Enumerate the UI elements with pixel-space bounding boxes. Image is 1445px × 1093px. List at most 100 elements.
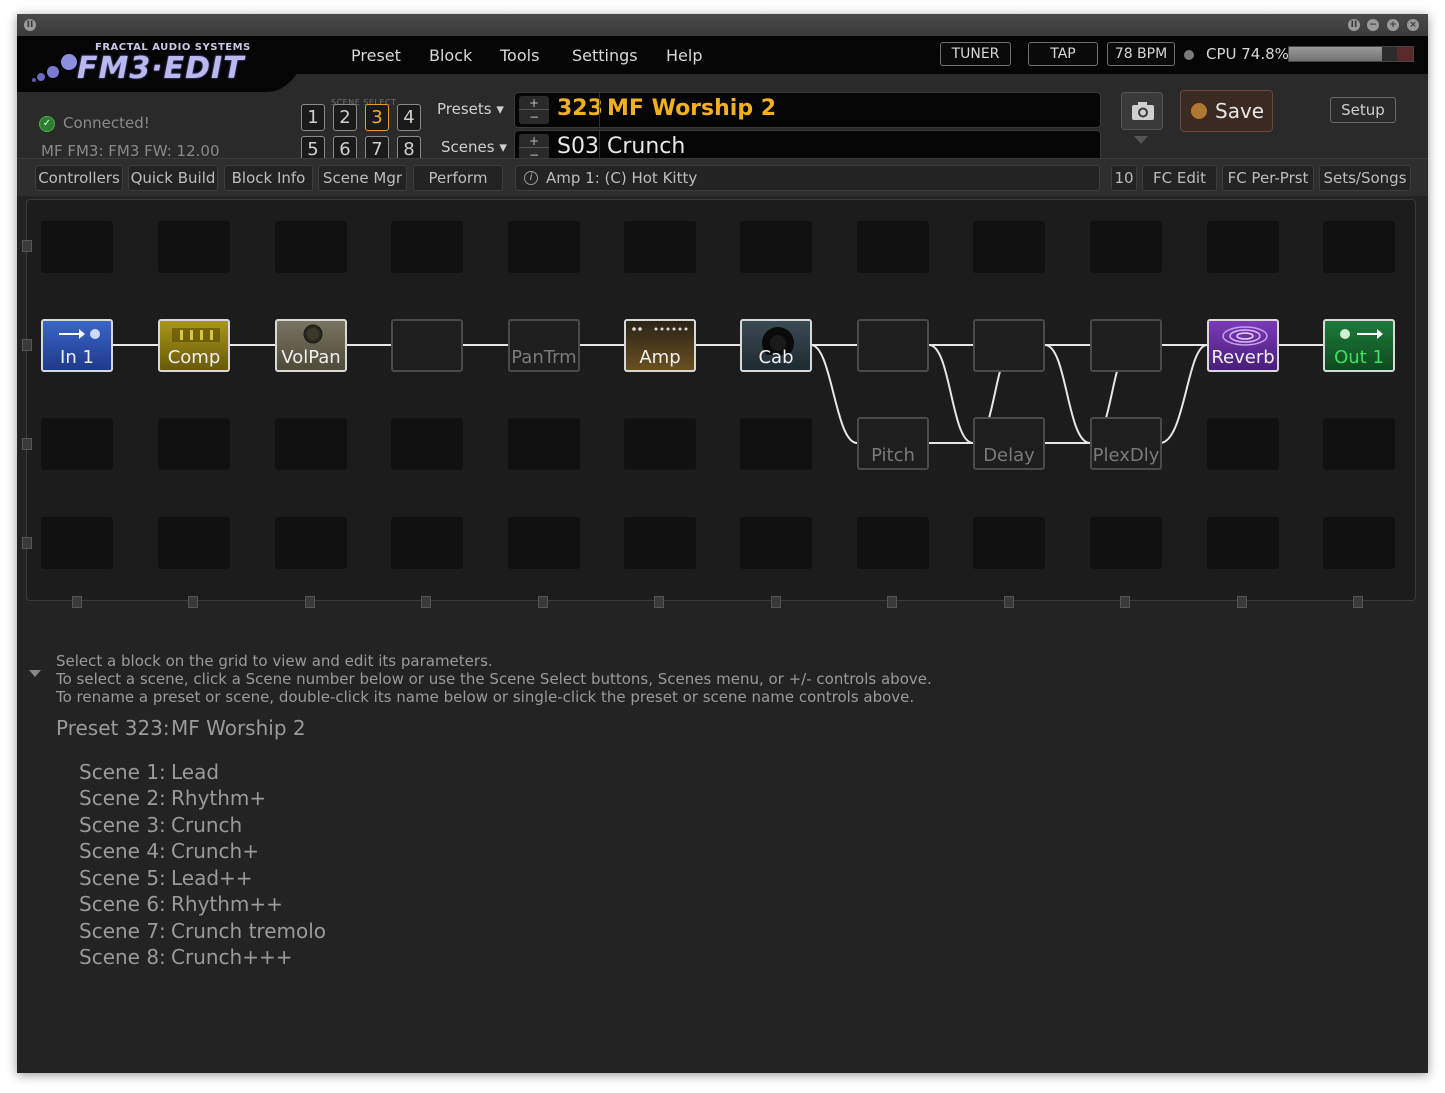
grid-cell[interactable] bbox=[275, 517, 347, 569]
column-handle[interactable] bbox=[1237, 596, 1247, 608]
scene-name[interactable]: Crunch bbox=[607, 134, 685, 159]
column-handle[interactable] bbox=[887, 596, 897, 608]
preset-plus-minus[interactable]: + − bbox=[519, 96, 549, 124]
grid-cell[interactable] bbox=[391, 517, 463, 569]
block-pitch[interactable]: Pitch bbox=[857, 417, 929, 470]
grid-cell[interactable] bbox=[508, 517, 580, 569]
column-handle[interactable] bbox=[654, 596, 664, 608]
grid-cell[interactable] bbox=[740, 517, 812, 569]
grid-cell[interactable] bbox=[508, 221, 580, 273]
scene-list-name[interactable]: Lead++ bbox=[171, 866, 253, 890]
block-shunt[interactable] bbox=[391, 319, 463, 372]
scene-select-button-1[interactable]: 1 bbox=[301, 104, 325, 131]
grid-cell[interactable] bbox=[158, 517, 230, 569]
perform-button[interactable]: Perform bbox=[413, 165, 503, 191]
scene-list-name[interactable]: Crunch+++ bbox=[171, 945, 292, 969]
block-plexdly[interactable]: PlexDly bbox=[1090, 417, 1162, 470]
scene-mgr-button[interactable]: Scene Mgr bbox=[318, 165, 407, 191]
menu-block[interactable]: Block bbox=[429, 46, 472, 65]
grid-cell[interactable] bbox=[391, 418, 463, 470]
menu-help[interactable]: Help bbox=[666, 46, 702, 65]
scene-select-button-3[interactable]: 3 bbox=[365, 104, 389, 131]
row-handle[interactable] bbox=[22, 339, 32, 351]
menu-preset[interactable]: Preset bbox=[351, 46, 401, 65]
block-amp[interactable]: Amp bbox=[624, 319, 696, 372]
scene-list-label[interactable]: Scene 5: bbox=[79, 866, 166, 890]
quick-build-button[interactable]: Quick Build bbox=[128, 165, 218, 191]
block-delay[interactable]: Delay bbox=[973, 417, 1045, 470]
grid-cell[interactable] bbox=[1090, 221, 1162, 273]
tap-button[interactable]: TAP bbox=[1028, 42, 1098, 66]
grid-cell[interactable] bbox=[1207, 221, 1279, 273]
routing-grid[interactable]: In 1 Comp VolPan PanTrm Amp Cab Pitch De… bbox=[22, 199, 1416, 608]
block-reverb[interactable]: Reverb bbox=[1207, 319, 1279, 372]
grid-cell[interactable] bbox=[41, 418, 113, 470]
preset-increment-button[interactable]: + bbox=[519, 96, 549, 110]
grid-cell[interactable] bbox=[41, 517, 113, 569]
column-handle[interactable] bbox=[72, 596, 82, 608]
column-handle[interactable] bbox=[188, 596, 198, 608]
preset-name[interactable]: MF Worship 2 bbox=[607, 96, 776, 121]
preset-decrement-button[interactable]: − bbox=[519, 110, 549, 124]
sets-songs-button[interactable]: Sets/Songs bbox=[1319, 165, 1411, 191]
menu-settings[interactable]: Settings bbox=[572, 46, 638, 65]
scene-list-label[interactable]: Scene 1: bbox=[79, 760, 166, 784]
fc-per-prst-button[interactable]: FC Per-Prst bbox=[1222, 165, 1314, 191]
controllers-button[interactable]: Controllers bbox=[35, 165, 123, 191]
block-info-button[interactable]: Block Info bbox=[224, 165, 313, 191]
scene-list-label[interactable]: Scene 3: bbox=[79, 813, 166, 837]
preset-name-control[interactable]: + − 323 MF Worship 2 bbox=[514, 92, 1101, 128]
scene-list-name[interactable]: Lead bbox=[171, 760, 219, 784]
grid-cell[interactable] bbox=[1323, 418, 1395, 470]
preset-summary-name[interactable]: MF Worship 2 bbox=[171, 716, 306, 740]
grid-cell[interactable] bbox=[624, 517, 696, 569]
grid-cell[interactable] bbox=[41, 221, 113, 273]
grid-cell[interactable] bbox=[1207, 418, 1279, 470]
grid-cell[interactable] bbox=[740, 221, 812, 273]
scene-list-name[interactable]: Crunch+ bbox=[171, 839, 259, 863]
block-shunt[interactable] bbox=[857, 319, 929, 372]
menu-tools[interactable]: Tools bbox=[500, 46, 539, 65]
grid-cell[interactable] bbox=[275, 221, 347, 273]
grid-cell[interactable] bbox=[857, 221, 929, 273]
scenes-dropdown[interactable]: Scenes ▾ bbox=[441, 138, 507, 156]
grid-cell[interactable] bbox=[857, 517, 929, 569]
maximize-icon[interactable]: + bbox=[1387, 19, 1399, 31]
column-handle[interactable] bbox=[1353, 596, 1363, 608]
grid-cell[interactable] bbox=[275, 418, 347, 470]
column-handle[interactable] bbox=[421, 596, 431, 608]
grid-cell[interactable] bbox=[1323, 221, 1395, 273]
grid-cell[interactable] bbox=[1323, 517, 1395, 569]
pause-icon[interactable]: II bbox=[1348, 19, 1360, 31]
row-handle[interactable] bbox=[22, 438, 32, 450]
snapshot-button[interactable] bbox=[1121, 92, 1163, 130]
grid-cell[interactable] bbox=[624, 418, 696, 470]
block-shunt[interactable] bbox=[973, 319, 1045, 372]
fc-edit-button[interactable]: FC Edit bbox=[1142, 165, 1217, 191]
scene-list-name[interactable]: Rhythm++ bbox=[171, 892, 283, 916]
snapshot-menu-arrow-icon[interactable] bbox=[1134, 136, 1148, 144]
scene-select-button-2[interactable]: 2 bbox=[333, 104, 357, 131]
grid-cell[interactable] bbox=[973, 221, 1045, 273]
scene-list-label[interactable]: Scene 2: bbox=[79, 786, 166, 810]
grid-cell[interactable] bbox=[391, 221, 463, 273]
bpm-display[interactable]: 78 BPM bbox=[1107, 42, 1175, 66]
column-handle[interactable] bbox=[1004, 596, 1014, 608]
row-handle[interactable] bbox=[22, 537, 32, 549]
grid-cell[interactable] bbox=[158, 418, 230, 470]
block-volpan[interactable]: VolPan bbox=[275, 319, 347, 372]
grid-cell[interactable] bbox=[508, 418, 580, 470]
grid-cell[interactable] bbox=[1090, 517, 1162, 569]
scene-select-button-4[interactable]: 4 bbox=[397, 104, 421, 131]
grid-cell[interactable] bbox=[1207, 517, 1279, 569]
minimize-icon[interactable]: − bbox=[1367, 19, 1379, 31]
collapse-arrow-icon[interactable] bbox=[29, 670, 41, 677]
window-menu-icon[interactable]: II bbox=[24, 19, 36, 31]
column-handle[interactable] bbox=[538, 596, 548, 608]
scene-list-name[interactable]: Crunch bbox=[171, 813, 242, 837]
scene-list-name[interactable]: Rhythm+ bbox=[171, 786, 266, 810]
setup-button[interactable]: Setup bbox=[1330, 97, 1396, 123]
block-cab[interactable]: Cab bbox=[740, 319, 812, 372]
scene-list-label[interactable]: Scene 4: bbox=[79, 839, 166, 863]
column-handle[interactable] bbox=[1120, 596, 1130, 608]
